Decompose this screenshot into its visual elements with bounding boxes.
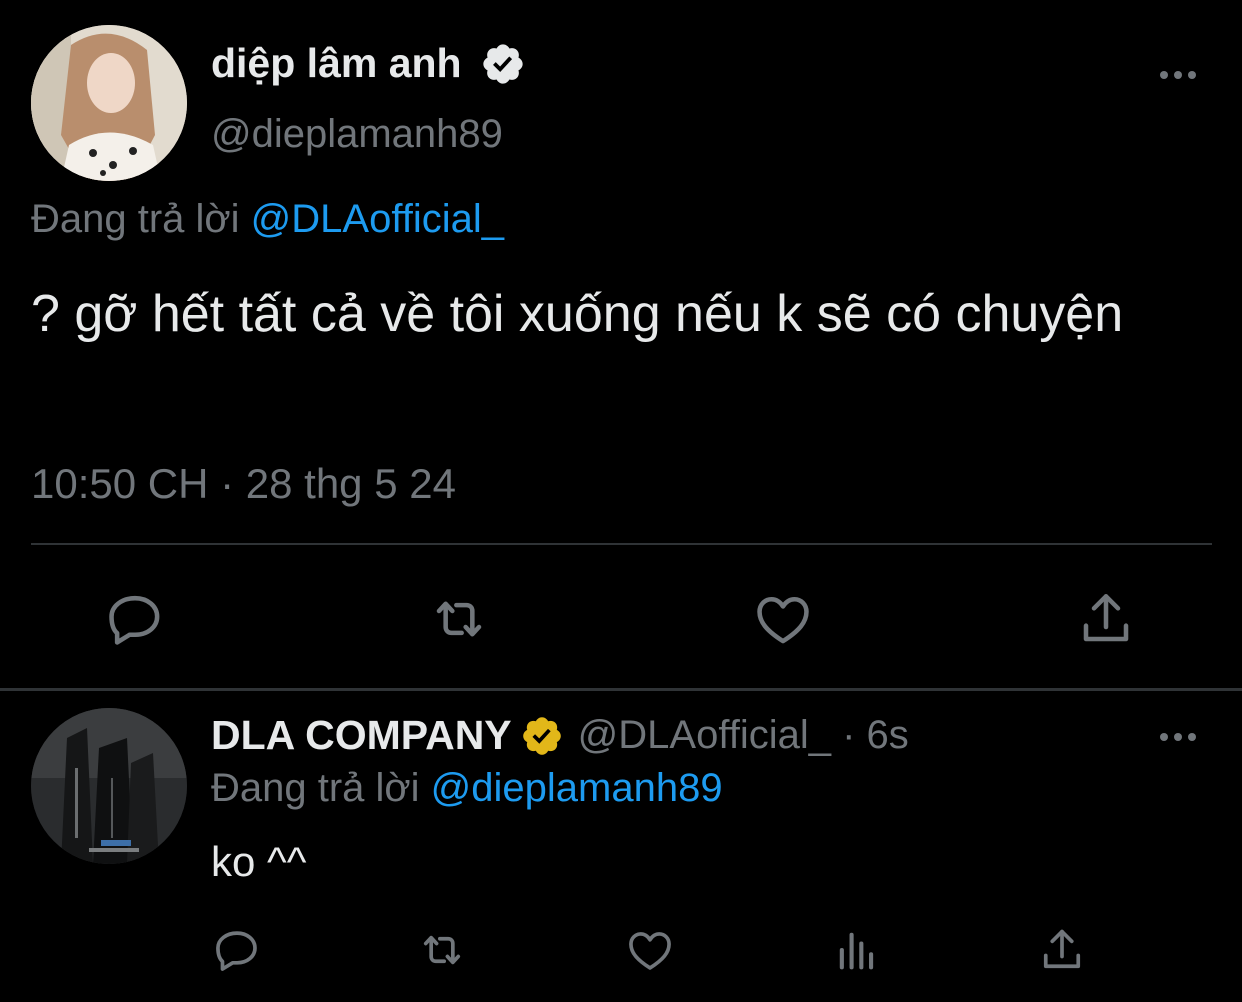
retweet-icon[interactable] <box>416 924 468 976</box>
divider <box>31 543 1212 545</box>
retweet-icon[interactable] <box>427 587 491 651</box>
more-options-icon[interactable] <box>1158 722 1198 752</box>
views-icon[interactable] <box>831 924 883 976</box>
replying-prefix: Đang trả lời <box>211 766 420 810</box>
share-icon[interactable] <box>1074 587 1138 651</box>
share-icon[interactable] <box>1036 924 1088 976</box>
replying-to: Đang trả lời @DLAofficial_ <box>31 197 504 242</box>
display-name[interactable]: DLA COMPANY <box>211 712 512 759</box>
user-handle[interactable]: @dieplamanh89 <box>211 112 503 157</box>
mention-link[interactable]: @dieplamanh89 <box>431 766 723 810</box>
reply-icon[interactable] <box>211 924 263 976</box>
mention-link[interactable]: @DLAofficial_ <box>251 197 504 241</box>
verified-gold-badge-icon <box>520 714 564 758</box>
divider <box>0 688 1242 691</box>
like-icon[interactable] <box>624 924 676 976</box>
tweet-text: ko ^^ <box>211 838 307 885</box>
verified-badge-icon <box>480 41 526 87</box>
reply-icon[interactable] <box>103 587 167 651</box>
reply-header: DLA COMPANY @DLAofficial_ · 6s <box>211 712 909 759</box>
avatar[interactable] <box>31 25 187 181</box>
user-handle-time[interactable]: @DLAofficial_ · 6s <box>578 713 909 758</box>
replying-to: Đang trả lời @dieplamanh89 <box>211 766 723 811</box>
like-icon[interactable] <box>751 587 815 651</box>
display-name[interactable]: diệp lâm anh <box>211 40 526 87</box>
tweet-timestamp[interactable]: 10:50 CH · 28 thg 5 24 <box>31 460 456 508</box>
tweet-text: ? gỡ hết tất cả về tôi xuống nếu k sẽ có… <box>31 285 1124 343</box>
more-options-icon[interactable] <box>1158 60 1198 90</box>
replying-prefix: Đang trả lời <box>31 197 240 241</box>
avatar[interactable] <box>31 708 187 864</box>
display-name-text: diệp lâm anh <box>211 40 462 86</box>
